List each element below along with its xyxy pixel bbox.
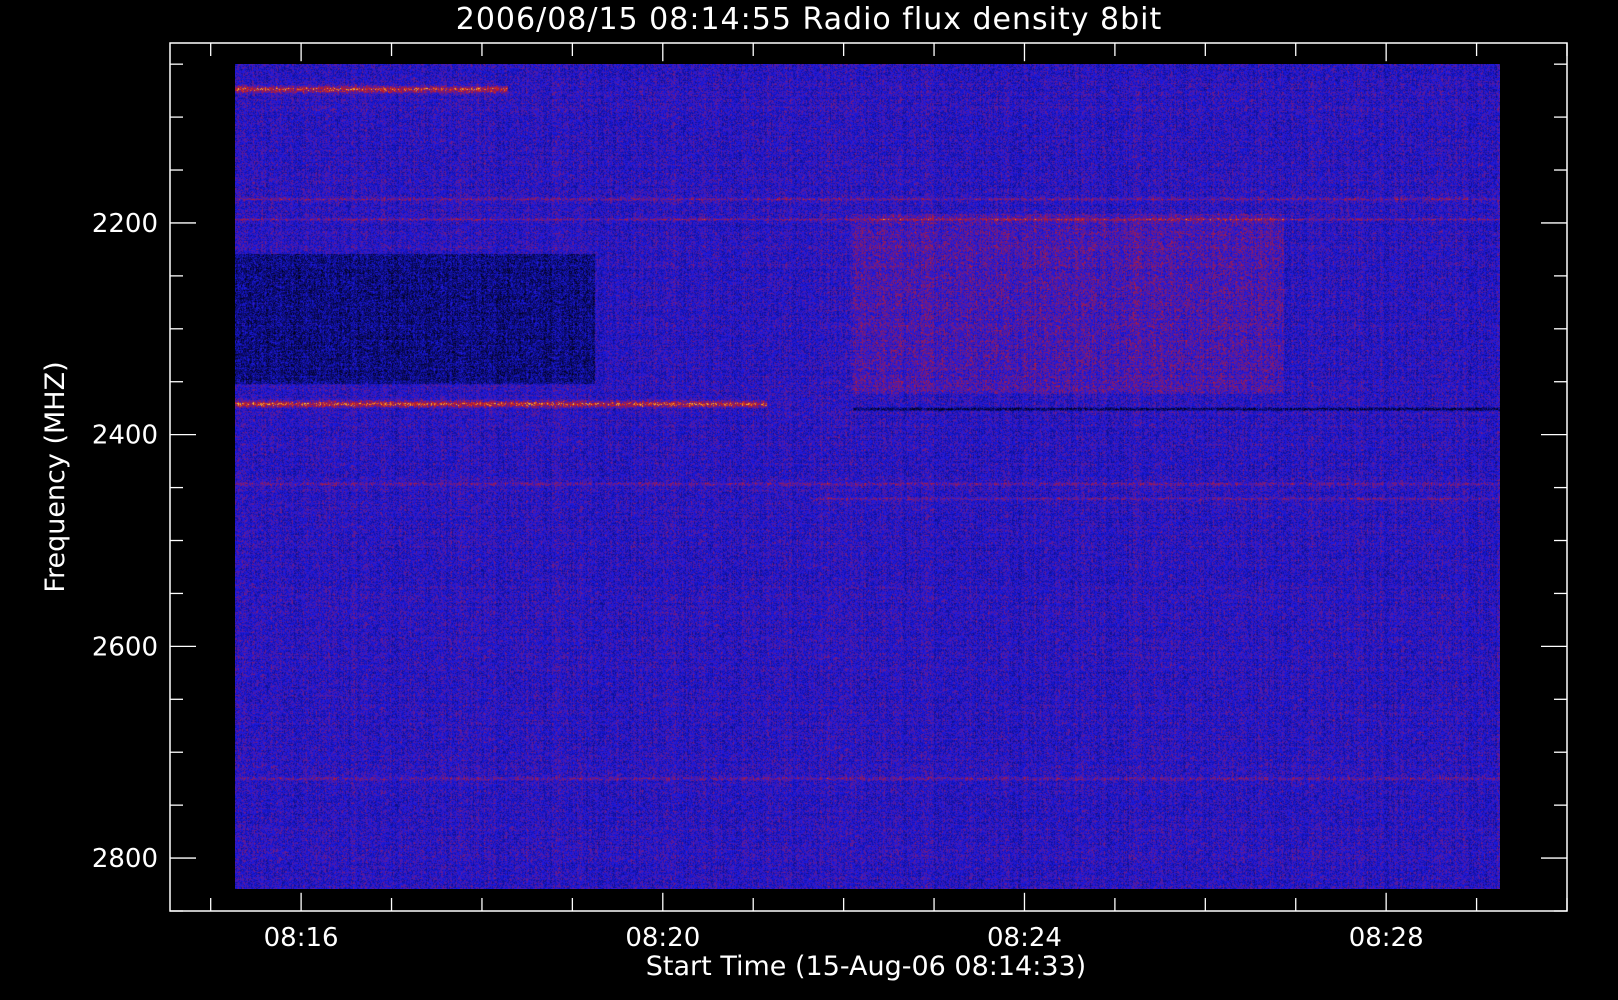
y-axis-label: Frequency (MHZ) — [40, 361, 71, 592]
y-tick-label: 2400 — [92, 421, 158, 451]
x-axis-label: Start Time (15-Aug-06 08:14:33) — [646, 951, 1086, 982]
y-tick-label: 2800 — [92, 844, 158, 874]
y-tick-label: 2200 — [92, 209, 158, 239]
y-axis: 2200 2400 2600 2800 — [92, 63, 1567, 912]
y-tick-label: 2600 — [92, 632, 158, 662]
x-tick-label: 08:20 — [625, 923, 700, 953]
x-tick-label: 08:16 — [264, 923, 339, 953]
x-tick-label: 08:24 — [987, 923, 1062, 953]
x-tick-label: 08:28 — [1349, 923, 1424, 953]
plot-frame — [169, 42, 1568, 912]
chart-axes: 08:16 08:20 08:24 08:28 2200 2400 2600 2800 St… — [40, 42, 1568, 982]
x-axis: 08:16 08:20 08:24 08:28 — [210, 43, 1568, 953]
